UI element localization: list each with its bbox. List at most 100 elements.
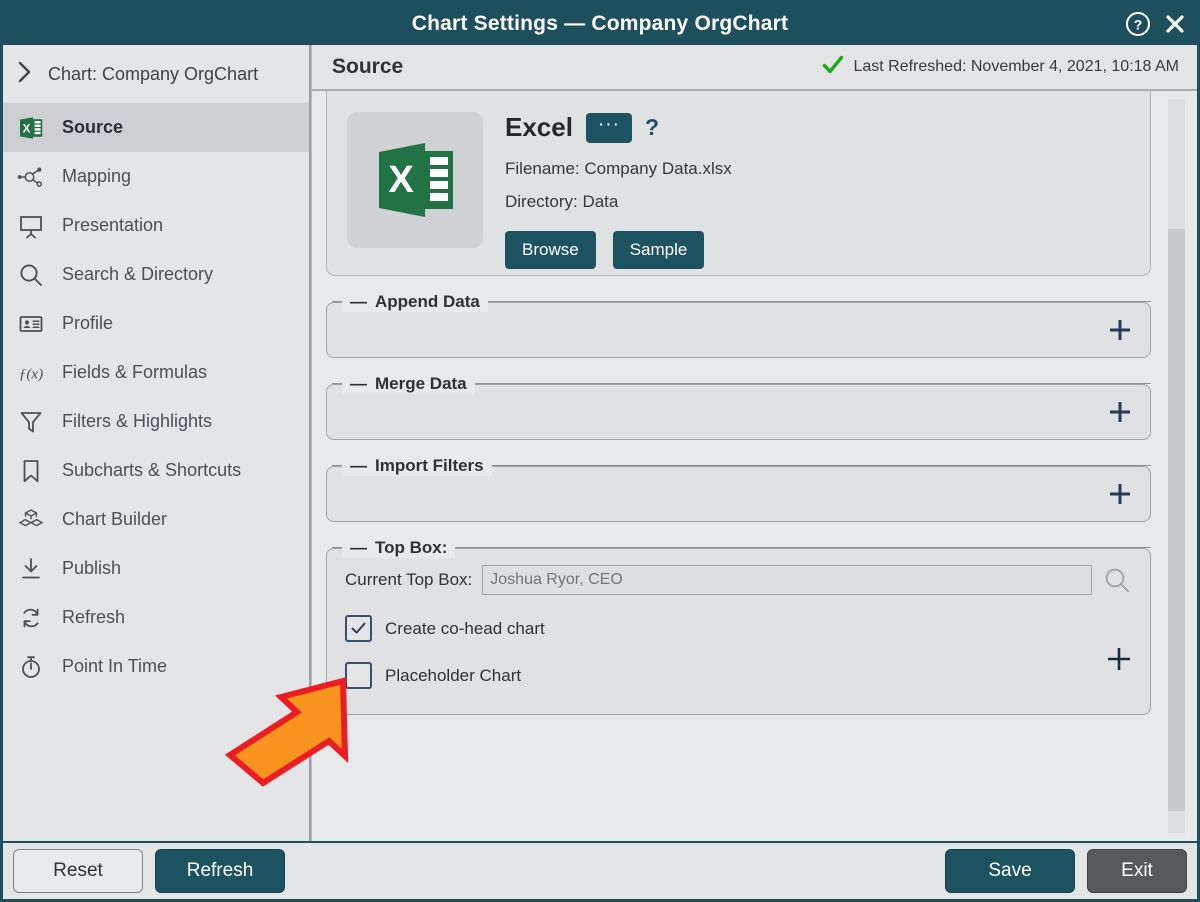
sidebar-item-search-directory[interactable]: Search & Directory (3, 250, 309, 299)
plus-icon[interactable] (1107, 399, 1133, 425)
create-co-head-chart-label: Create co-head chart (385, 618, 545, 638)
svg-text:X: X (388, 159, 414, 201)
sidebar: Chart: Company OrgChart X Source Mapping… (3, 45, 311, 841)
title-bar: Chart Settings — Company OrgChart ? (3, 3, 1197, 45)
chevron-right-icon (16, 59, 34, 89)
collapse-dash-icon: — (350, 374, 367, 393)
exit-button[interactable]: Exit (1087, 849, 1187, 893)
save-button[interactable]: Save (945, 849, 1075, 893)
sidebar-item-fields-formulas[interactable]: ƒ(x) Fields & Formulas (3, 348, 309, 397)
search-icon[interactable] (1102, 565, 1132, 595)
sidebar-item-label: Search & Directory (62, 264, 214, 284)
placeholder-chart-checkbox[interactable] (345, 662, 372, 689)
source-filename: Filename: Company Data.xlsx (505, 159, 732, 178)
plus-icon[interactable] (1107, 317, 1133, 343)
search-icon (16, 260, 46, 290)
bookmark-icon (16, 456, 46, 486)
svg-text:?: ? (1134, 17, 1143, 33)
placeholder-chart-label: Placeholder Chart (385, 665, 522, 685)
top-box-section: — Top Box: Current Top Box: Joshua Ryor,… (326, 538, 1151, 715)
current-top-box-input[interactable] (482, 565, 1092, 595)
main-header: Source Last Refreshed: November 4, 2021,… (312, 45, 1197, 91)
browse-button[interactable]: Browse (505, 231, 596, 269)
current-top-box-label: Current Top Box: (345, 570, 473, 589)
sidebar-item-source[interactable]: X Source (3, 103, 309, 152)
sidebar-item-label: Source (62, 117, 124, 137)
scrollbar-thumb[interactable] (1168, 229, 1185, 811)
last-refreshed-status: Last Refreshed: November 4, 2021, 10:18 … (822, 55, 1179, 79)
append-data-section: — Append Data (326, 292, 1151, 358)
title-bar-actions: ? (1125, 3, 1187, 45)
main-panel: Source Last Refreshed: November 4, 2021,… (311, 45, 1197, 841)
collapse-dash-icon: — (350, 538, 367, 557)
sidebar-item-label: Filters & Highlights (62, 411, 213, 431)
source-directory: Directory: Data (505, 192, 619, 211)
sidebar-item-label: Refresh (62, 607, 126, 627)
current-top-box-row: Current Top Box: (345, 565, 1132, 595)
create-co-head-chart-checkbox[interactable] (345, 615, 372, 642)
section-legend-label: Top Box: (375, 538, 448, 557)
sidebar-item-label: Chart Builder (62, 509, 168, 529)
help-circle-icon[interactable]: ? (1125, 11, 1151, 37)
publish-download-icon (16, 554, 46, 584)
source-buttons: Browse Sample (505, 231, 732, 269)
reset-button[interactable]: Reset (13, 849, 143, 893)
window-body: Chart: Company OrgChart X Source Mapping… (3, 45, 1197, 841)
sidebar-item-label: Fields & Formulas (62, 362, 208, 382)
plus-icon[interactable] (1105, 645, 1133, 673)
sidebar-item-point-in-time[interactable]: Point In Time (3, 642, 309, 691)
collapse-dash-icon: — (350, 292, 367, 311)
source-type-title: Excel (505, 112, 573, 142)
main-scroll-area: X Excel ··· ? Filename: Company Data.xls… (312, 91, 1197, 841)
sidebar-item-chart-builder[interactable]: Chart Builder (3, 495, 309, 544)
sidebar-item-subcharts-shortcuts[interactable]: Subcharts & Shortcuts (3, 446, 309, 495)
last-refreshed-text: Last Refreshed: November 4, 2021, 10:18 … (853, 58, 1179, 75)
mapping-nodes-icon (16, 162, 46, 192)
append-data-legend: — Append Data (342, 292, 488, 312)
section-legend-label: Import Filters (375, 456, 484, 475)
sidebar-item-label: Profile (62, 313, 114, 333)
window-title: Chart Settings — Company OrgChart (411, 12, 789, 35)
sidebar-item-profile[interactable]: Profile (3, 299, 309, 348)
sidebar-item-label: Point In Time (62, 656, 168, 676)
scroll-content: X Excel ··· ? Filename: Company Data.xls… (326, 91, 1151, 831)
sidebar-item-filters-highlights[interactable]: Filters & Highlights (3, 397, 309, 446)
excel-file-icon: X (347, 112, 483, 248)
vertical-scrollbar[interactable] (1168, 99, 1185, 833)
sidebar-item-label: Presentation (62, 215, 164, 235)
footer-bar: Reset Refresh Save Exit (3, 841, 1197, 899)
sidebar-item-mapping[interactable]: Mapping (3, 152, 309, 201)
source-help-icon[interactable]: ? (645, 114, 659, 141)
source-more-button[interactable]: ··· (585, 112, 632, 143)
collapse-dash-icon: — (350, 456, 367, 475)
import-filters-legend: — Import Filters (342, 456, 492, 476)
sidebar-chart-header[interactable]: Chart: Company OrgChart (3, 45, 309, 103)
green-check-icon (822, 55, 844, 79)
funnel-filter-icon (16, 407, 46, 437)
source-info: Excel ··· ? Filename: Company Data.xlsx … (505, 91, 732, 269)
sidebar-item-label: Publish (62, 558, 122, 578)
sidebar-item-label: Subcharts & Shortcuts (62, 460, 242, 480)
refresh-cycle-icon (16, 603, 46, 633)
sidebar-item-publish[interactable]: Publish (3, 544, 309, 593)
source-card: X Excel ··· ? Filename: Company Data.xls… (326, 91, 1151, 276)
close-icon[interactable] (1163, 12, 1187, 36)
sample-button[interactable]: Sample (612, 231, 705, 269)
plus-icon[interactable] (1107, 481, 1133, 507)
create-co-head-chart-row: Create co-head chart (345, 615, 1132, 642)
sidebar-item-refresh[interactable]: Refresh (3, 593, 309, 642)
import-filters-section: — Import Filters (326, 456, 1151, 522)
top-box-body: Current Top Box: Joshua Ryor, CEO Create… (326, 548, 1151, 715)
sidebar-item-presentation[interactable]: Presentation (3, 201, 309, 250)
page-title: Source (332, 55, 404, 78)
function-fx-icon: ƒ(x) (16, 358, 46, 388)
section-legend-label: Append Data (375, 292, 480, 311)
blocks-cube-icon (16, 505, 46, 535)
svg-text:ƒ(x): ƒ(x) (19, 366, 43, 382)
merge-data-section: — Merge Data (326, 374, 1151, 440)
top-box-legend: — Top Box: (342, 538, 456, 558)
placeholder-chart-row: Placeholder Chart (345, 662, 1132, 689)
excel-icon: X (16, 113, 46, 143)
sidebar-item-label: Mapping (62, 166, 132, 186)
refresh-button[interactable]: Refresh (155, 849, 285, 893)
